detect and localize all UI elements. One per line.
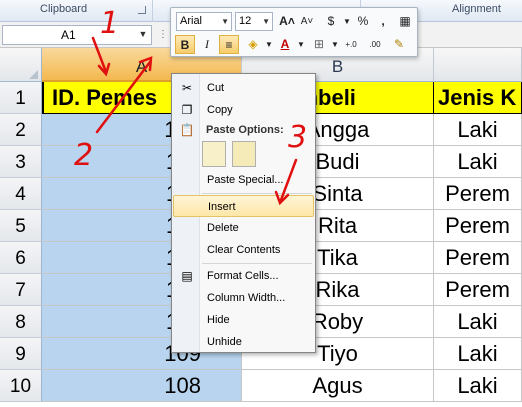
bold-button[interactable]: B — [175, 35, 195, 54]
menu-item-label: Copy — [207, 104, 233, 116]
menu-item-delete[interactable]: Delete — [173, 217, 314, 239]
menu-item-label: Clear Contents — [207, 244, 281, 256]
increase-decimal-button[interactable]: +.0 — [341, 35, 361, 54]
font-size-select[interactable]: 12 ▼ — [235, 12, 273, 31]
menu-item-label: Paste Special... — [207, 174, 284, 186]
name-box-dropdown-icon[interactable]: ▼ — [136, 26, 150, 42]
cell[interactable]: Laki — [434, 370, 522, 402]
menu-separator — [202, 263, 312, 264]
italic-button[interactable]: I — [197, 35, 217, 54]
menu-item-copy[interactable]: ❐ Copy — [173, 99, 314, 121]
menu-item-column-width[interactable]: Column Width... — [173, 287, 314, 309]
column-header-c[interactable] — [434, 48, 522, 82]
name-box[interactable]: A1 — [2, 25, 152, 45]
chevron-down-icon: ▼ — [221, 17, 229, 26]
menu-item-label: Unhide — [207, 336, 242, 348]
menu-item-label: Format Cells... — [207, 270, 279, 282]
context-menu: ✂ Cut ❐ Copy 📋 Paste Options: Paste Spec… — [171, 73, 316, 353]
menu-item-label: Cut — [207, 82, 225, 94]
annotation-step-2: 2 — [74, 138, 94, 173]
cell[interactable]: Perem — [434, 178, 522, 210]
menu-item-unhide[interactable]: Unhide — [173, 331, 314, 353]
row-header[interactable]: 3 — [0, 146, 42, 178]
percent-button[interactable]: % — [353, 12, 373, 31]
cell[interactable]: Laki — [434, 338, 522, 370]
formula-bar-resize-icon[interactable]: ⋮ — [158, 30, 168, 40]
align-center-icon[interactable]: ≡ — [219, 35, 239, 54]
format-cells-icon: ▤ — [181, 269, 193, 283]
row-header[interactable]: 8 — [0, 306, 42, 338]
menu-separator — [202, 193, 312, 194]
cell[interactable]: Jenis K — [434, 82, 522, 114]
annotation-step-1: 1 — [100, 6, 120, 41]
menu-item-insert[interactable]: Insert — [173, 195, 314, 217]
menu-item-label: Insert — [208, 201, 236, 213]
cell[interactable]: Perem — [434, 210, 522, 242]
format-painter-table-icon[interactable]: ▦ — [395, 12, 415, 31]
table-row: 10 108 Agus Laki — [0, 370, 522, 402]
cell[interactable]: Perem — [434, 274, 522, 306]
menu-item-label: Hide — [207, 314, 230, 326]
menu-item-label: Column Width... — [207, 292, 286, 304]
font-name-value: Arial — [180, 15, 203, 27]
menu-item-clear-contents[interactable]: Clear Contents — [173, 239, 314, 261]
clipboard-group-label: Clipboard — [40, 3, 88, 15]
row-header[interactable]: 6 — [0, 242, 42, 274]
cell[interactable]: Laki — [434, 146, 522, 178]
copy-icon: ❐ — [181, 103, 193, 117]
grow-font-button[interactable]: A˄ — [277, 12, 297, 31]
mini-toolbar: Arial ▼ 12 ▼ A˄ A˅ $ ▼ % , ▦ B I ≡ ◈ ▼ A… — [170, 7, 418, 57]
cell[interactable]: 108 — [42, 370, 242, 402]
row-header[interactable]: 4 — [0, 178, 42, 210]
menu-item-format-cells[interactable]: ▤ Format Cells... — [173, 265, 314, 287]
paste-option-values-icon[interactable] — [232, 141, 256, 167]
format-painter-icon[interactable]: ✎ — [389, 35, 409, 54]
row-header[interactable]: 9 — [0, 338, 42, 370]
annotation-step-3: 3 — [288, 120, 308, 155]
paste-icon: 📋 — [179, 123, 195, 137]
paste-option-formatting-icon[interactable] — [202, 141, 226, 167]
clipboard-launcher-icon[interactable] — [138, 6, 146, 14]
font-size-value: 12 — [239, 15, 252, 27]
row-header[interactable]: 1 — [0, 82, 42, 114]
ribbon-divider — [152, 0, 153, 22]
row-header[interactable]: 2 — [0, 114, 42, 146]
select-all-corner[interactable] — [0, 48, 42, 82]
menu-item-paste-special[interactable]: Paste Special... — [173, 169, 314, 191]
alignment-group-label: Alignment — [452, 3, 501, 15]
chevron-down-icon[interactable]: ▼ — [291, 35, 311, 54]
cell[interactable]: Perem — [434, 242, 522, 274]
menu-item-cut[interactable]: ✂ Cut — [173, 77, 314, 99]
decrease-decimal-button[interactable]: .00 — [365, 35, 385, 54]
row-header[interactable]: 7 — [0, 274, 42, 306]
row-header[interactable]: 5 — [0, 210, 42, 242]
chevron-down-icon: ▼ — [262, 17, 270, 26]
select-all-icon — [29, 70, 38, 79]
scissors-icon: ✂ — [181, 81, 193, 95]
paste-options-heading: Paste Options: — [206, 124, 284, 136]
cell[interactable]: Laki — [434, 306, 522, 338]
row-header[interactable]: 10 — [0, 370, 42, 402]
font-name-select[interactable]: Arial ▼ — [176, 12, 232, 31]
comma-style-button[interactable]: , — [373, 12, 393, 31]
menu-item-label: Delete — [207, 222, 239, 234]
menu-item-hide[interactable]: Hide — [173, 309, 314, 331]
shrink-font-button[interactable]: A˅ — [297, 12, 317, 31]
cell[interactable]: Laki — [434, 114, 522, 146]
cell[interactable]: Agus — [242, 370, 434, 402]
